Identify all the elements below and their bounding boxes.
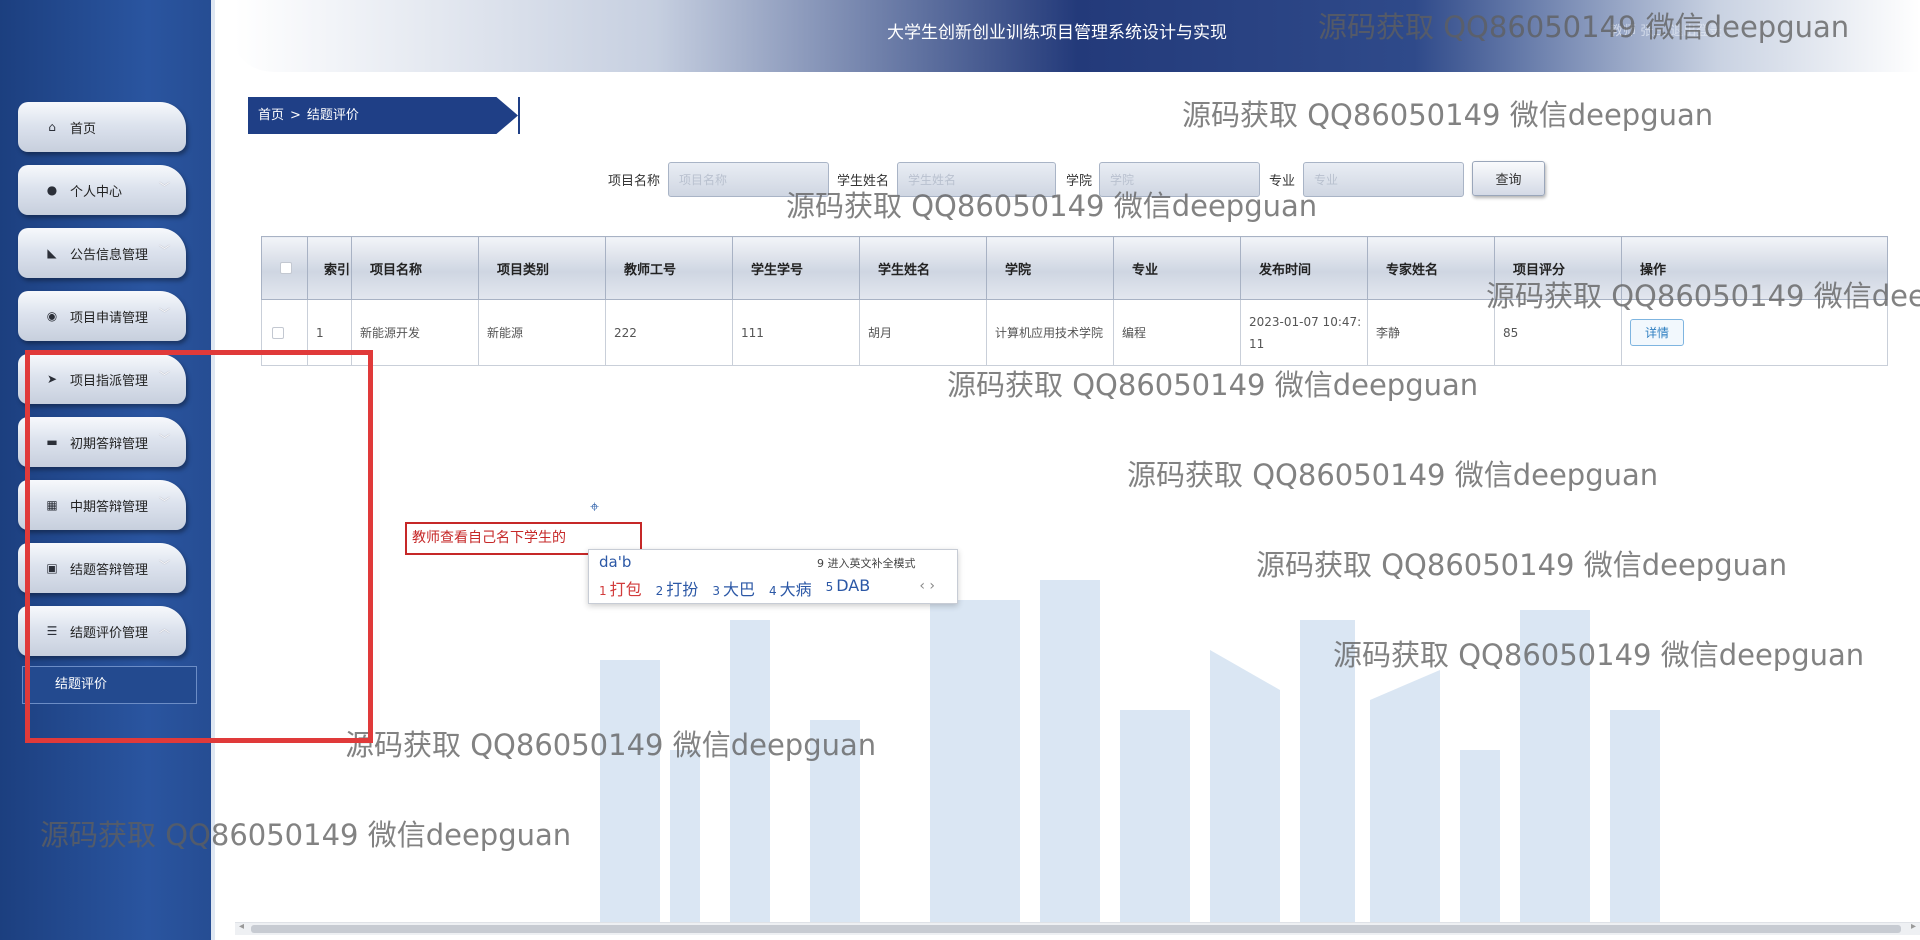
- watermark: 源码获取 QQ86050149 微信deepguan: [1182, 98, 1714, 132]
- cell-teacher-no: 222: [605, 299, 733, 366]
- scrollbar-thumb[interactable]: [251, 925, 1901, 933]
- detail-button[interactable]: 详情: [1630, 319, 1685, 346]
- pin-icon: ◉: [46, 309, 58, 323]
- ime-candidate[interactable]: 4 大病: [769, 576, 812, 600]
- nav-item-personal-center[interactable]: ● 个人中心 ﹀: [18, 165, 186, 215]
- nav-label: 公告信息管理: [70, 247, 149, 263]
- crosshair-cursor-icon: ⌖: [590, 497, 600, 516]
- app-title: 大学生创新创业训练项目管理系统设计与实现: [887, 23, 1227, 43]
- chevron-down-icon: ﹀: [159, 244, 170, 257]
- column-header: 学生学号: [732, 236, 860, 300]
- project-name-label: 项目名称: [608, 174, 661, 189]
- ime-candidate[interactable]: 3 大巴: [712, 576, 755, 600]
- cell-student-no: 111: [732, 299, 860, 366]
- watermark: 源码获取 QQ86050149 微信deepguan: [1256, 548, 1788, 582]
- cell-student-name: 胡月: [859, 299, 987, 366]
- ime-input-text: da'b: [599, 553, 632, 571]
- column-header: 学生姓名: [859, 236, 987, 300]
- nav-item-project-apply[interactable]: ◉ 项目申请管理 ﹀: [18, 291, 186, 341]
- column-header: 学院: [986, 236, 1114, 300]
- nav-item-home[interactable]: ⌂ 首页: [18, 102, 186, 152]
- column-header: 教师工号: [605, 236, 733, 300]
- horizontal-scrollbar[interactable]: ◂ ▸: [235, 921, 1920, 935]
- nav-label: 首页: [70, 121, 97, 137]
- scroll-left-icon[interactable]: ◂: [239, 921, 244, 932]
- chevron-down-icon: ﹀: [159, 307, 170, 320]
- ime-candidates: 1 打包 2 打扮 3 大巴 4 大病 5 DAB: [599, 576, 870, 600]
- user-icon: ●: [46, 183, 58, 197]
- ime-candidate-popup: da'b 9 进入英文补全模式 1 打包 2 打扮 3 大巴 4 大病 5 DAB ‹ ›: [588, 549, 958, 604]
- cell-college: 计算机应用技术学院: [986, 299, 1114, 366]
- cell-publish-time: 2023-01-07 10:47:11: [1240, 299, 1368, 366]
- cell-expert: 李静: [1367, 299, 1495, 366]
- ime-candidate[interactable]: 1 打包: [599, 576, 642, 600]
- nav-item-announcement[interactable]: ◣ 公告信息管理 ﹀: [18, 228, 186, 278]
- home-icon: ⌂: [48, 120, 56, 134]
- cell-major: 编程: [1113, 299, 1241, 366]
- column-header: 专业: [1113, 236, 1241, 300]
- watermark: 源码获取 QQ86050149 微信deepguan: [1333, 638, 1865, 672]
- watermark: 源码获取 QQ86050149 微信deepguan: [345, 728, 877, 762]
- select-all-checkbox[interactable]: [280, 262, 292, 274]
- breadcrumb-current: 结题评价: [306, 108, 359, 123]
- ime-page-arrows-icon[interactable]: ‹ ›: [919, 578, 935, 594]
- nav-label: 项目申请管理: [70, 310, 149, 326]
- column-header: 项目类别: [478, 236, 606, 300]
- nav-label: 个人中心: [70, 184, 123, 200]
- watermark: 源码获取 QQ86050149 微信deepguan: [947, 368, 1479, 402]
- row-checkbox[interactable]: [272, 327, 284, 339]
- ime-hint: 9 进入英文补全模式: [817, 557, 916, 570]
- breadcrumb: 首页 > 结题评价: [248, 97, 518, 134]
- breadcrumb-divider: [518, 97, 520, 134]
- column-header: 项目名称: [351, 236, 479, 300]
- scroll-right-icon[interactable]: ▸: [1911, 921, 1916, 932]
- megaphone-icon: ◣: [47, 246, 57, 260]
- cell-category: 新能源: [478, 299, 606, 366]
- column-header: 索引: [307, 236, 352, 300]
- chevron-down-icon: ﹀: [159, 181, 170, 194]
- ime-candidate[interactable]: 5 DAB: [826, 576, 871, 600]
- watermark: 源码获取 QQ86050149 微信deepguan: [1486, 279, 1920, 313]
- breadcrumb-separator: >: [290, 108, 301, 123]
- watermark: 源码获取 QQ86050149 微信deepguan: [1318, 10, 1850, 44]
- watermark: 源码获取 QQ86050149 微信deepguan: [786, 189, 1318, 223]
- column-header: 发布时间: [1240, 236, 1368, 300]
- breadcrumb-home[interactable]: 首页: [258, 108, 284, 123]
- watermark: 源码获取 QQ86050149 微信deepguan: [1127, 458, 1659, 492]
- watermark: 源码获取 QQ86050149 微信deepguan: [40, 818, 572, 852]
- column-header: 专家姓名: [1367, 236, 1495, 300]
- major-input[interactable]: [1303, 162, 1464, 197]
- red-highlight-box: [25, 350, 373, 743]
- select-all-header: [261, 236, 308, 300]
- search-button[interactable]: 查询: [1472, 161, 1545, 196]
- ime-candidate[interactable]: 2 打扮: [656, 576, 699, 600]
